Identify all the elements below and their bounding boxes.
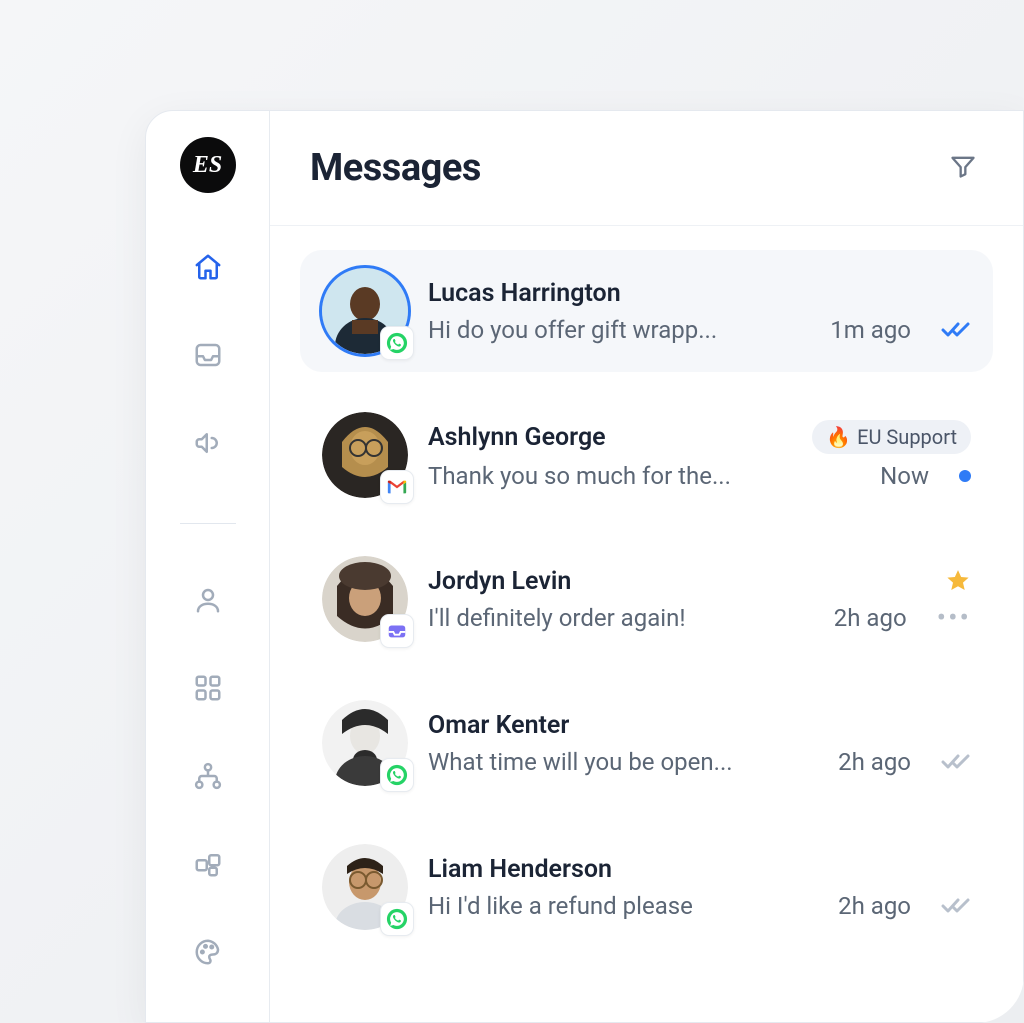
megaphone-icon	[193, 428, 223, 462]
channel-whatsapp-icon	[380, 758, 414, 792]
nav-inbox[interactable]	[190, 339, 226, 375]
nav-plugins[interactable]	[190, 848, 226, 884]
conversation-preview: Hi do you offer gift wrapp...	[428, 316, 814, 344]
nav-apps[interactable]	[190, 672, 226, 708]
conversation-list: Lucas Harrington Hi do you offer gift wr…	[270, 226, 1023, 1022]
conversation-name: Omar Kenter	[428, 711, 569, 740]
conversation-preview: I'll definitely order again!	[428, 604, 818, 632]
home-icon	[193, 252, 223, 286]
palette-icon	[193, 937, 223, 971]
channel-inbox-icon	[380, 614, 414, 648]
conversation-time: 2h ago	[834, 604, 907, 632]
conversation-time: 2h ago	[838, 748, 911, 776]
conversation-row[interactable]: Omar Kenter What time will you be open..…	[300, 682, 993, 804]
conversation-row[interactable]: Jordyn Levin I'll definitely order again…	[300, 538, 993, 660]
brand-logo[interactable]: ES	[180, 137, 236, 193]
conversation-time: Now	[880, 462, 929, 490]
avatar	[322, 844, 408, 930]
more-icon[interactable]: •••	[937, 604, 971, 632]
avatar	[322, 412, 408, 498]
conversation-preview: What time will you be open...	[428, 748, 822, 776]
sidebar: ES	[146, 111, 270, 1022]
conversation-name: Liam Henderson	[428, 855, 612, 884]
conversation-row[interactable]: Ashlynn George 🔥 EU Support Thank you so…	[300, 394, 993, 516]
fire-icon: 🔥	[826, 425, 851, 449]
inbox-icon	[193, 340, 223, 374]
filter-icon	[949, 152, 977, 184]
plugin-icon	[193, 849, 223, 883]
tag-eu-support: 🔥 EU Support	[812, 420, 971, 454]
nav-contacts[interactable]	[190, 584, 226, 620]
conversation-preview: Hi I'd like a refund please	[428, 892, 822, 920]
app-window: ES	[145, 110, 1024, 1023]
avatar	[322, 268, 408, 354]
read-receipt-icon	[941, 320, 971, 340]
star-icon[interactable]	[945, 568, 971, 594]
delivered-icon	[941, 752, 971, 772]
channel-gmail-icon	[380, 470, 414, 504]
avatar	[322, 556, 408, 642]
main: Messages	[270, 111, 1023, 1022]
conversation-time: 2h ago	[838, 892, 911, 920]
nav-separator	[180, 523, 236, 524]
user-icon	[193, 585, 223, 619]
delivered-icon	[941, 896, 971, 916]
conversation-name: Jordyn Levin	[428, 567, 571, 596]
sitemap-icon	[193, 761, 223, 795]
channel-whatsapp-icon	[380, 902, 414, 936]
conversation-time: 1m ago	[830, 316, 911, 344]
page-title: Messages	[310, 146, 481, 190]
header: Messages	[270, 111, 1023, 226]
conversation-row[interactable]: Liam Henderson Hi I'd like a refund plea…	[300, 826, 993, 948]
nav-home[interactable]	[190, 251, 226, 287]
nav-org[interactable]	[190, 760, 226, 796]
conversation-preview: Thank you so much for the...	[428, 462, 864, 490]
nav-theme[interactable]	[190, 936, 226, 972]
unread-dot-icon	[959, 470, 971, 482]
conversation-row[interactable]: Lucas Harrington Hi do you offer gift wr…	[300, 250, 993, 372]
nav	[146, 251, 269, 972]
conversation-name: Lucas Harrington	[428, 279, 621, 308]
channel-whatsapp-icon	[380, 326, 414, 360]
avatar	[322, 700, 408, 786]
filter-button[interactable]	[943, 148, 983, 188]
nav-campaign[interactable]	[190, 427, 226, 463]
grid-icon	[193, 673, 223, 707]
tag-label: EU Support	[857, 425, 957, 449]
conversation-name: Ashlynn George	[428, 423, 606, 452]
